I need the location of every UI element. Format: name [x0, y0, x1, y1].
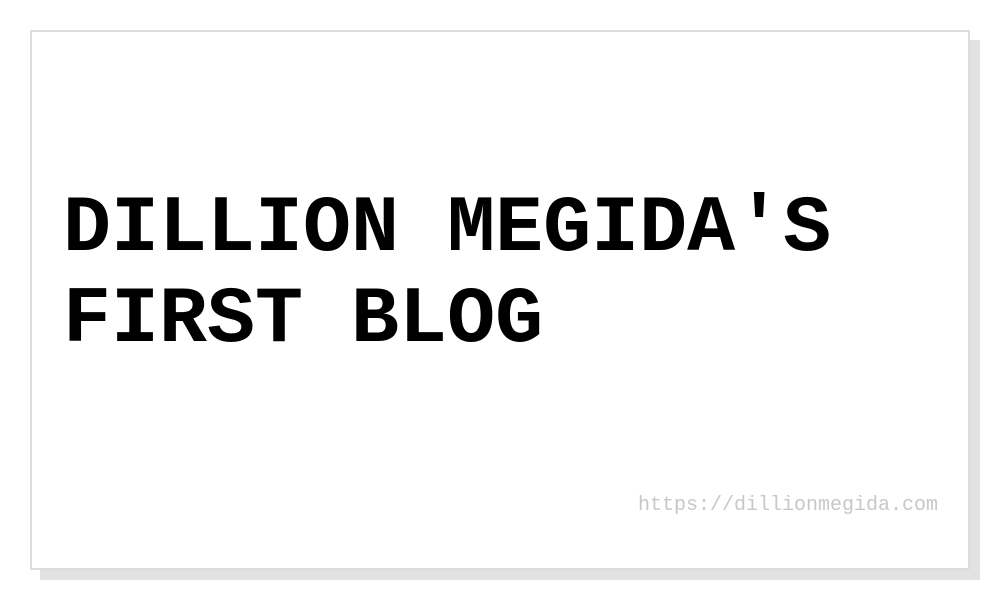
- page: DILLION MEGIDA'S FIRST BLOG https://dill…: [0, 0, 1000, 600]
- site-url: https://dillionmegida.com: [637, 494, 938, 517]
- blog-title: DILLION MEGIDA'S FIRST BLOG: [63, 184, 832, 366]
- blog-card: DILLION MEGIDA'S FIRST BLOG https://dill…: [30, 30, 970, 570]
